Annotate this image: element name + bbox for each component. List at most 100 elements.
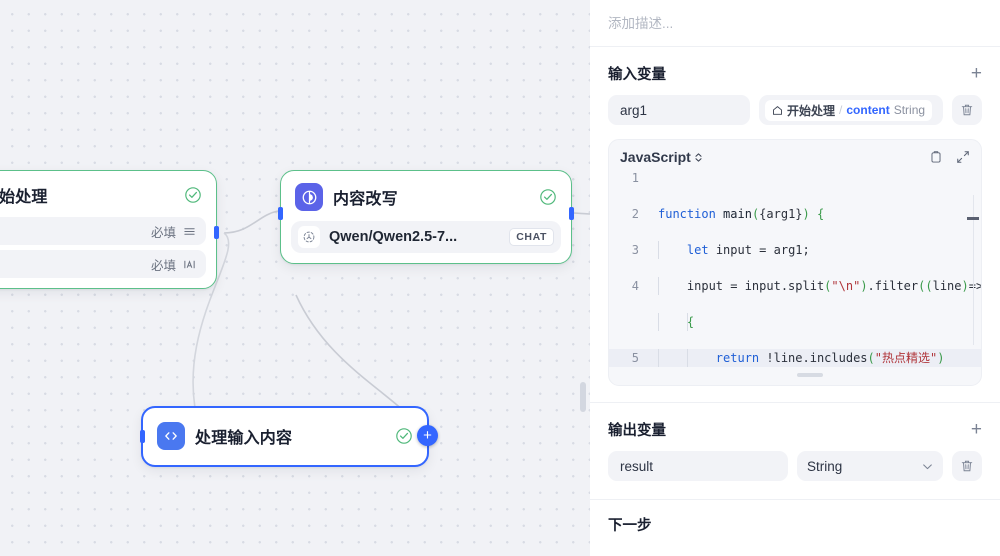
add-input-variable-button[interactable]: +: [971, 64, 982, 83]
code-token: "热点精选": [874, 351, 938, 365]
code-token: return: [715, 351, 760, 365]
code-line-source: {: [648, 313, 981, 331]
code-line-number: 5: [631, 351, 639, 365]
next-step-title: 下一步: [608, 518, 652, 534]
node-header: 始处理: [0, 171, 216, 217]
home-icon: [773, 105, 782, 115]
code-token: "\n": [831, 279, 861, 293]
section-title: 输入变量: [608, 67, 666, 83]
node-field-row[interactable]: tent 必填: [0, 217, 206, 245]
chevron-down-icon: [923, 463, 932, 469]
canvas-node-start[interactable]: 始处理 tent 必填 e: [0, 170, 219, 289]
code-line-source: [648, 169, 981, 187]
chevron-updown-icon: [695, 152, 702, 162]
model-selector[interactable]: Qwen/Qwen2.5-7... CHAT: [291, 221, 561, 253]
indent-guide: [687, 313, 688, 331]
output-variable-type-select[interactable]: String: [797, 451, 943, 481]
selected-type-label: String: [807, 458, 843, 474]
node-output-port[interactable]: [214, 226, 219, 239]
node-field-row[interactable]: e 必填: [0, 250, 206, 278]
language-selector[interactable]: JavaScript: [620, 149, 703, 165]
input-variables-section: 输入变量 + arg1 开始处理 / content String: [590, 47, 1000, 125]
check-circle-icon: [540, 189, 556, 205]
code-line: 1: [609, 169, 981, 187]
reference-node-name: 开始处理: [787, 103, 836, 118]
node-title: 处理输入内容: [195, 430, 293, 447]
output-variables-section: 输出变量 + result String: [590, 403, 1000, 481]
code-scroll-marker: [967, 217, 979, 220]
expand-icon[interactable]: [956, 150, 970, 164]
node-input-port[interactable]: [278, 207, 283, 220]
field-required: 必填: [150, 258, 176, 273]
section-header: 输入变量 +: [608, 63, 982, 84]
code-line-number: 2: [631, 207, 639, 221]
language-label: JavaScript: [620, 149, 691, 165]
code-token: ): [860, 279, 868, 293]
code-token: ): [802, 207, 810, 221]
node-output-port[interactable]: [569, 207, 574, 220]
code-line-number: 1: [631, 171, 639, 185]
input-variable-reference-field[interactable]: 开始处理 / content String: [759, 95, 943, 125]
code-line: 3 let input = arg1;: [609, 241, 981, 259]
code-token: main: [723, 207, 752, 221]
code-token: ): [937, 351, 945, 365]
canvas-node-llm[interactable]: 内容改写 Qwen/Qwen2.5-7... CHAT: [278, 170, 574, 264]
code-line-source: input = input.split("\n").filter((line)=…: [648, 277, 981, 295]
add-next-node-button[interactable]: +: [417, 425, 438, 446]
code-line: 2 function main({arg1}) {: [609, 205, 981, 223]
node-field-list: tent 必填 e 必填: [0, 217, 216, 288]
trash-icon: [961, 104, 973, 116]
delete-output-variable-button[interactable]: [952, 451, 982, 481]
reference-separator: /: [839, 103, 843, 117]
variable-reference-chip[interactable]: 开始处理 / content String: [765, 99, 933, 121]
llm-icon: [295, 183, 323, 211]
output-variable-row: result String: [608, 451, 982, 481]
code-horizontal-scrollbar[interactable]: [797, 373, 823, 377]
delete-input-variable-button[interactable]: [952, 95, 982, 125]
node-header: 处理输入内容: [143, 408, 427, 464]
workflow-canvas[interactable]: 始处理 tent 必填 e: [0, 0, 590, 556]
code-editor-card[interactable]: JavaScript 1 2 function main({arg1}) {3…: [608, 139, 982, 386]
check-circle-icon: [396, 428, 412, 444]
code-line-source: return !line.includes("热点精选"): [648, 349, 981, 367]
code-token: let: [686, 243, 709, 257]
trash-icon: [961, 460, 973, 472]
node-detail-panel: 添加描述... 输入变量 + arg1 开始处理 / content Strin…: [590, 0, 1000, 556]
code-content[interactable]: 1 2 function main({arg1}) { 3 let input =…: [609, 169, 981, 369]
node-input-port[interactable]: [140, 430, 145, 443]
indent-guide: [658, 277, 659, 295]
reference-field-name: content: [846, 103, 890, 117]
code-editor-body[interactable]: 1 2 function main({arg1}) { 3 let input =…: [609, 169, 981, 369]
canvas-node-code[interactable]: 处理输入内容 +: [140, 406, 438, 467]
code-token: {: [817, 207, 825, 221]
clipboard-icon[interactable]: [929, 150, 943, 164]
code-token: input = input.split: [658, 279, 825, 293]
paragraph-icon: [184, 227, 195, 235]
code-token: input = arg1;: [708, 243, 810, 257]
add-output-variable-button[interactable]: +: [971, 420, 982, 439]
code-line-number: [609, 313, 648, 331]
panel-resize-handle[interactable]: [580, 382, 586, 412]
code-token: line: [932, 279, 962, 293]
output-variable-name-field[interactable]: result: [608, 451, 788, 481]
input-variable-row: arg1 开始处理 / content String: [608, 95, 982, 125]
input-variable-name-field[interactable]: arg1: [608, 95, 750, 125]
code-line-source: function main({arg1}) {: [648, 205, 981, 223]
indent-guide: [687, 349, 688, 367]
workflow-editor: 始处理 tent 必填 e: [0, 0, 1000, 556]
code-token: (: [867, 351, 875, 365]
code-token: .filter: [867, 279, 919, 293]
indent-guide: [658, 241, 659, 259]
code-token: !line.includes: [759, 351, 868, 365]
field-required: 必填: [150, 225, 176, 240]
node-title: 内容改写: [333, 191, 398, 208]
model-name: Qwen/Qwen2.5-7...: [329, 229, 458, 245]
code-icon: [157, 422, 185, 450]
description-input[interactable]: 添加描述...: [590, 0, 1000, 47]
check-circle-icon: [185, 187, 201, 203]
model-type-badge: CHAT: [509, 228, 554, 246]
indent-guide: [658, 313, 659, 331]
